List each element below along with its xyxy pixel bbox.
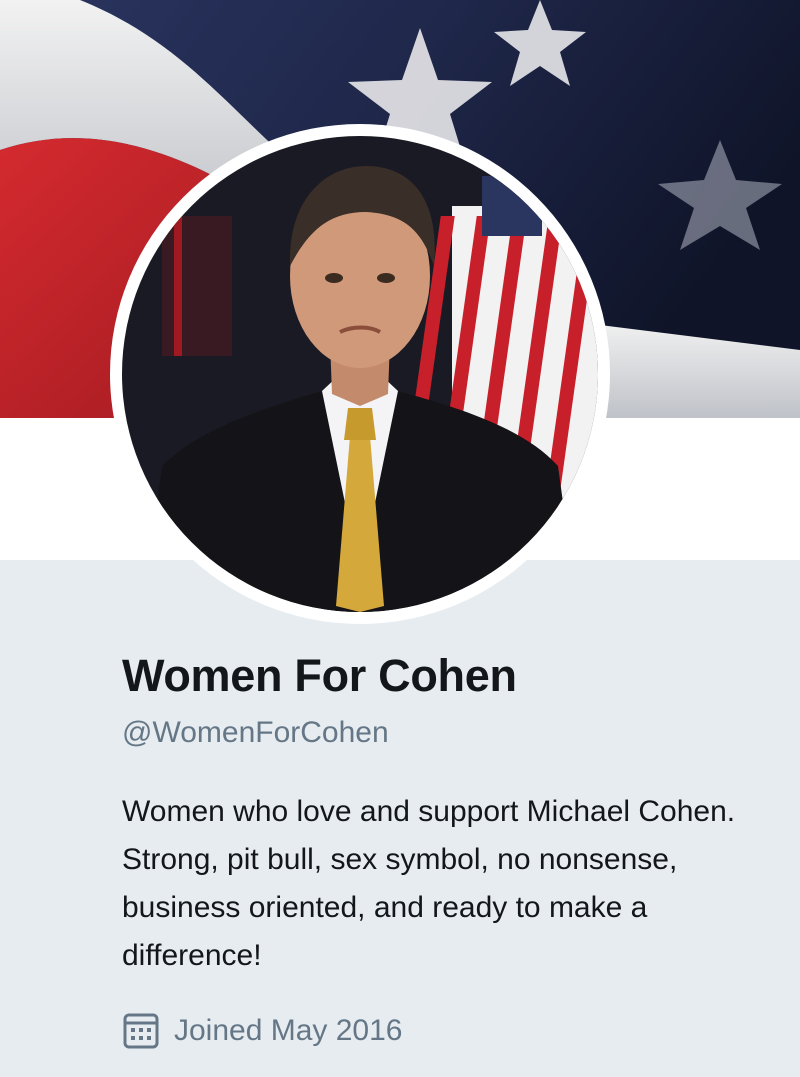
profile-handle[interactable]: @WomenForCohen [122, 716, 389, 750]
profile-bio: Women who love and support Michael Cohen… [122, 795, 736, 972]
calendar-icon [123, 1013, 159, 1049]
avatar[interactable] [122, 136, 598, 612]
display-name: Women For Cohen [122, 650, 517, 701]
avatar-image [122, 136, 598, 612]
joined-date: Joined May 2016 [122, 1012, 403, 1050]
joined-label: Joined May 2016 [174, 1014, 403, 1047]
